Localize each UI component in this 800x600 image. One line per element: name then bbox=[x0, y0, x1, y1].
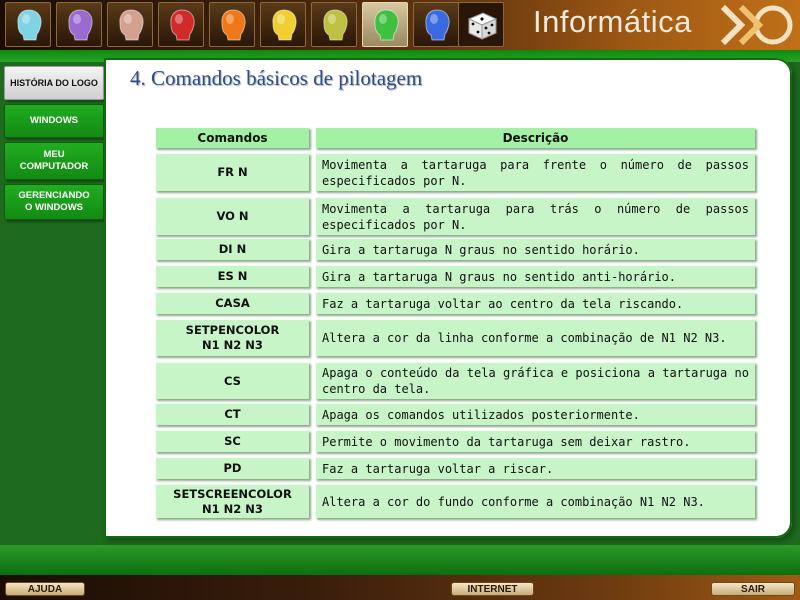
bottom-stripe bbox=[0, 545, 800, 575]
sidebar-item-windows[interactable]: WINDOWS bbox=[4, 104, 104, 138]
sidebar-item-label: MEU COMPUTADOR bbox=[19, 149, 89, 172]
sidebar-item-label: GERENCIANDO O WINDOWS bbox=[18, 190, 90, 213]
head-icon-yellow bbox=[272, 9, 297, 41]
command-cell: CS bbox=[155, 362, 309, 399]
sidebar-item-gerenciando-o-windows[interactable]: GERENCIANDO O WINDOWS bbox=[4, 184, 104, 220]
chapter-tile-7[interactable] bbox=[311, 2, 357, 47]
command-cell: ES N bbox=[155, 265, 309, 287]
column-header-commands: Comandos bbox=[155, 127, 309, 148]
chapter-tile-1[interactable] bbox=[5, 2, 51, 47]
description-text: Gira a tartaruga N graus no sentido anti… bbox=[322, 269, 677, 284]
brand-title: Informática bbox=[533, 4, 692, 39]
description-cell: Movimenta a tartaruga para frente o núme… bbox=[315, 153, 755, 191]
chapter-tile-3[interactable] bbox=[107, 2, 153, 47]
description-cell: Apaga os comandos utilizados posteriorme… bbox=[315, 403, 755, 425]
chapter-tile-8[interactable] bbox=[362, 2, 408, 47]
description-text: Permite o movimento da tartaruga sem dei… bbox=[322, 434, 691, 449]
description-cell: Apaga o conteúdo da tela gráfica e posic… bbox=[315, 362, 755, 399]
description-text: Gira a tartaruga N graus no sentido horá… bbox=[322, 242, 640, 257]
internet-button[interactable]: INTERNET bbox=[451, 582, 534, 596]
chapter-tile-5[interactable] bbox=[209, 2, 255, 47]
head-icon-red bbox=[170, 9, 195, 41]
chapter-tile-4[interactable] bbox=[158, 2, 204, 47]
bottom-bar bbox=[0, 575, 800, 600]
head-icon-cyan bbox=[17, 9, 42, 41]
description-cell: Movimenta a tartaruga para trás o número… bbox=[315, 197, 755, 235]
command-cell: CASA bbox=[155, 292, 309, 314]
description-text: Faz a tartaruga voltar ao centro da tela… bbox=[322, 296, 684, 311]
description-cell: Altera a cor da linha conforme a combina… bbox=[315, 319, 755, 356]
description-text: Faz a tartaruga voltar a riscar. bbox=[322, 461, 554, 476]
page-title: 4. Comandos básicos de pilotagem bbox=[130, 66, 423, 90]
description-text: Apaga o conteúdo da tela gráfica e posic… bbox=[322, 366, 749, 396]
command-cell: DI N bbox=[155, 238, 309, 260]
sidebar-item-label: WINDOWS bbox=[29, 115, 79, 126]
head-icon-rose bbox=[119, 9, 144, 41]
description-text: Apaga os comandos utilizados posteriorme… bbox=[322, 407, 640, 422]
command-cell: SC bbox=[155, 430, 309, 452]
command-cell: PD bbox=[155, 457, 309, 479]
brand-logo-icon bbox=[720, 4, 793, 46]
command-cell: SETSCREENCOLOR N1 N2 N3 bbox=[155, 484, 309, 518]
description-cell: Gira a tartaruga N graus no sentido horá… bbox=[315, 238, 755, 260]
head-icon-green bbox=[374, 9, 399, 41]
command-cell: VO N bbox=[155, 197, 309, 235]
head-icon-blue bbox=[425, 9, 450, 41]
chapter-tile-9[interactable] bbox=[413, 2, 459, 47]
head-icon-olive bbox=[323, 9, 348, 41]
sidebar-item-historia-do-logo[interactable]: HISTÓRIA DO LOGO bbox=[4, 66, 104, 100]
help-button[interactable]: AJUDA bbox=[5, 582, 85, 596]
description-cell: Altera a cor do fundo conforme a combina… bbox=[315, 484, 755, 518]
command-cell: FR N bbox=[155, 153, 309, 191]
description-cell: Gira a tartaruga N graus no sentido anti… bbox=[315, 265, 755, 287]
chapter-tile-6[interactable] bbox=[260, 2, 306, 47]
exit-button[interactable]: SAIR bbox=[711, 582, 795, 596]
description-cell: Permite o movimento da tartaruga sem dei… bbox=[315, 430, 755, 452]
description-text: Altera a cor do fundo conforme a combina… bbox=[322, 494, 705, 509]
sidebar-item-meu-computador[interactable]: MEU COMPUTADOR bbox=[4, 142, 104, 180]
description-text: Movimenta a tartaruga para frente o núme… bbox=[322, 157, 749, 188]
head-icon-orange bbox=[221, 9, 246, 41]
description-text: Movimenta a tartaruga para trás o número… bbox=[322, 201, 749, 232]
description-text: Altera a cor da linha conforme a combina… bbox=[322, 331, 727, 345]
chapter-tile-10[interactable] bbox=[458, 2, 504, 47]
description-cell: Faz a tartaruga voltar a riscar. bbox=[315, 457, 755, 479]
command-cell: SETPENCOLOR N1 N2 N3 bbox=[155, 319, 309, 356]
sidebar-item-label: HISTÓRIA DO LOGO bbox=[10, 78, 98, 88]
dice-icon bbox=[467, 12, 498, 40]
command-cell: CT bbox=[155, 403, 309, 425]
column-header-description: Descrição bbox=[315, 127, 755, 148]
description-cell: Faz a tartaruga voltar ao centro da tela… bbox=[315, 292, 755, 314]
chapter-tile-2[interactable] bbox=[56, 2, 102, 47]
top-bar: Informática bbox=[0, 0, 800, 50]
head-icon-purple bbox=[68, 9, 93, 41]
